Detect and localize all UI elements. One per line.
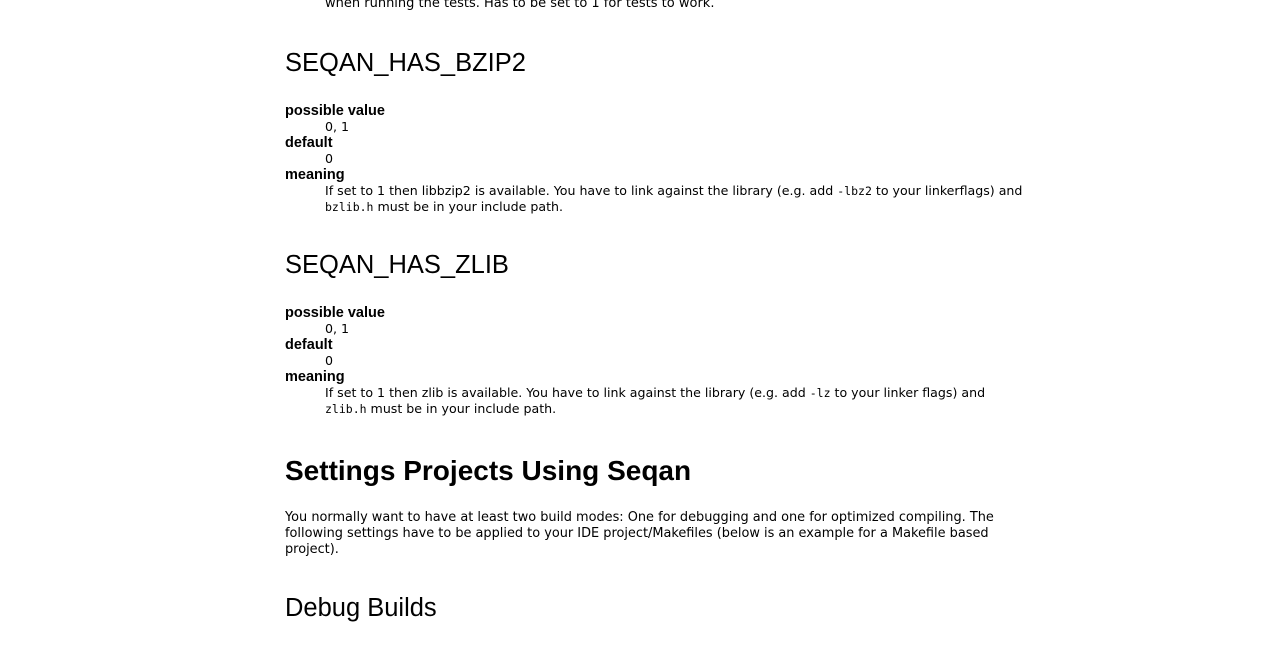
previous-meaning-fragment: when running the tests. Has to be set to… [325, 0, 715, 11]
bzip2-meaning-label: meaning [285, 167, 345, 183]
zlib-possible-value: 0, 1 [325, 321, 350, 336]
bzip2-definition-list: possible value 0, 1 default 0 meaning If… [285, 103, 1025, 215]
settings-paragraph: You normally want to have at least two b… [285, 510, 994, 557]
heading-debug-builds: Debug Builds [285, 594, 437, 622]
bzip2-meaning-text-3: must be in your include path. [373, 199, 564, 214]
zlib-meaning: If set to 1 then zlib is available. You … [325, 385, 1025, 417]
zlib-default-label: default [285, 337, 333, 353]
heading-seqan-has-bzip2: SEQAN_HAS_BZIP2 [285, 49, 526, 77]
bzip2-meaning-text-2: to your linkerflags) and [871, 183, 1023, 198]
zlib-meaning-text-3: must be in your include path. [366, 401, 557, 416]
zlib-definition-list: possible value 0, 1 default 0 meaning If… [285, 305, 1025, 417]
zlib-meaning-label: meaning [285, 369, 345, 385]
bzip2-possible-value-label: possible value [285, 103, 385, 119]
bzip2-default-label: default [285, 135, 333, 151]
bzip2-possible-value: 0, 1 [325, 119, 350, 134]
zlib-meaning-text-1: If set to 1 then zlib is available. You … [325, 385, 810, 400]
zlib-linker-flag-code: -lz [809, 386, 831, 400]
bzip2-linker-flag-code: -lbz2 [837, 184, 872, 198]
heading-seqan-has-zlib: SEQAN_HAS_ZLIB [285, 251, 509, 279]
bzip2-default-value: 0 [325, 151, 334, 166]
bzip2-header-code: bzlib.h [325, 200, 374, 214]
zlib-header-code: zlib.h [325, 402, 367, 416]
heading-settings-projects: Settings Projects Using Seqan [285, 455, 692, 486]
zlib-default-value: 0 [325, 353, 334, 368]
zlib-possible-value-label: possible value [285, 305, 385, 321]
bzip2-meaning-text-1: If set to 1 then libbzip2 is available. … [325, 183, 838, 198]
zlib-meaning-text-2: to your linker flags) and [830, 385, 986, 400]
bzip2-meaning: If set to 1 then libbzip2 is available. … [325, 183, 1025, 215]
